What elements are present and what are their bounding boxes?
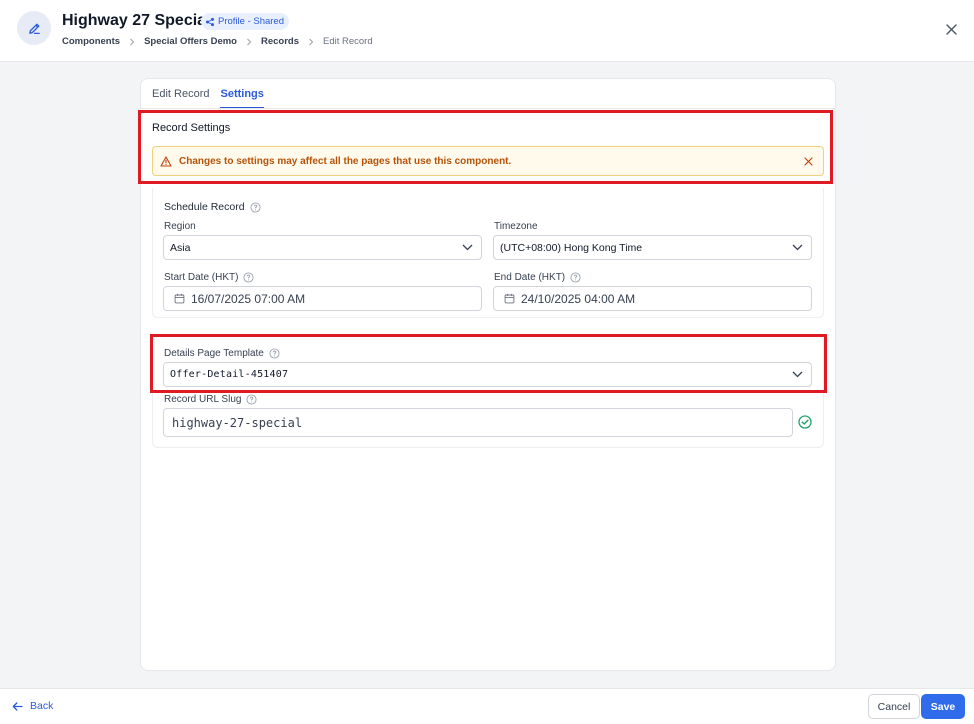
timezone-select[interactable]: (UTC+08:00) Hong Kong Time xyxy=(493,235,812,260)
page-header xyxy=(0,0,974,62)
back-button[interactable]: Back xyxy=(12,700,53,712)
slug-label: Record URL Slug xyxy=(164,394,257,405)
chevron-right-icon xyxy=(129,38,135,46)
region-select[interactable]: Asia xyxy=(163,235,482,260)
chevron-right-icon xyxy=(246,38,252,46)
tab-edit-record[interactable]: Edit Record xyxy=(152,88,209,109)
close-icon xyxy=(945,23,957,35)
slug-input[interactable]: highway-27-special xyxy=(163,408,793,437)
page-footer xyxy=(0,688,974,724)
settings-warning-alert: Changes to settings may affect all the p… xyxy=(152,146,824,176)
end-date-value: 24/10/2025 04:00 AM xyxy=(521,291,636,306)
page-title: Highway 27 Special xyxy=(62,12,211,29)
details-template-text: Details Page Template xyxy=(164,348,264,359)
cancel-button[interactable]: Cancel xyxy=(868,694,920,719)
start-date-value: 16/07/2025 07:00 AM xyxy=(191,291,306,306)
warning-icon xyxy=(160,155,172,167)
schedule-record-text: Schedule Record xyxy=(164,201,245,213)
help-circle-icon[interactable] xyxy=(570,272,581,283)
component-avatar xyxy=(17,11,51,45)
pencil-icon xyxy=(27,21,42,36)
arrow-left-icon xyxy=(12,701,23,711)
help-circle-icon[interactable] xyxy=(243,272,255,283)
breadcrumb: Components Special Offers Demo Records E… xyxy=(62,36,373,47)
timezone-value: (UTC+08:00) Hong Kong Time xyxy=(500,241,643,254)
tab-bar: Edit Record Settings xyxy=(152,88,264,109)
breadcrumb-item-special-offers-demo[interactable]: Special Offers Demo xyxy=(144,36,237,47)
chevron-down-icon xyxy=(792,371,803,378)
badge-label: Profile - Shared xyxy=(218,16,285,27)
slug-value: highway-27-special xyxy=(172,415,303,430)
warning-text: Changes to settings may affect all the p… xyxy=(179,155,512,167)
help-circle-icon[interactable] xyxy=(250,201,261,213)
region-label: Region xyxy=(164,221,196,232)
help-circle-icon[interactable] xyxy=(269,348,280,359)
calendar-icon xyxy=(504,293,515,304)
start-date-input[interactable]: 16/07/2025 07:00 AM xyxy=(163,286,482,311)
check-circle-icon xyxy=(798,415,812,429)
chevron-down-icon xyxy=(462,244,473,251)
profile-shared-badge: Profile - Shared xyxy=(201,13,290,30)
end-date-input[interactable]: 24/10/2025 04:00 AM xyxy=(493,286,812,311)
share-icon xyxy=(205,17,215,27)
help-circle-icon[interactable] xyxy=(246,394,257,405)
save-button[interactable]: Save xyxy=(921,694,965,719)
start-date-label: Start Date (HKT) xyxy=(164,272,255,283)
start-date-text: Start Date (HKT) xyxy=(164,272,239,283)
record-settings-title: Record Settings xyxy=(152,122,231,134)
slug-label-text: Record URL Slug xyxy=(164,394,242,405)
close-icon xyxy=(804,157,813,166)
breadcrumb-item-records[interactable]: Records xyxy=(261,36,299,47)
details-template-value: Offer-Detail-451407 xyxy=(170,369,289,380)
timezone-label: Timezone xyxy=(494,221,538,232)
end-date-label: End Date (HKT) xyxy=(494,272,581,283)
details-template-select[interactable]: Offer-Detail-451407 xyxy=(163,362,812,387)
back-label: Back xyxy=(30,700,54,712)
tab-settings[interactable]: Settings xyxy=(220,88,264,109)
calendar-icon xyxy=(174,293,185,304)
chevron-right-icon xyxy=(308,38,314,46)
schedule-record-label: Schedule Record xyxy=(164,201,261,213)
end-date-text: End Date (HKT) xyxy=(494,272,566,283)
region-value: Asia xyxy=(170,241,191,254)
details-template-label: Details Page Template xyxy=(164,348,280,359)
chevron-down-icon xyxy=(792,244,803,251)
close-button[interactable] xyxy=(944,22,958,36)
breadcrumb-item-edit-record: Edit Record xyxy=(323,36,373,47)
breadcrumb-item-components[interactable]: Components xyxy=(62,36,120,47)
dismiss-alert-button[interactable] xyxy=(803,156,814,167)
tab-divider xyxy=(141,108,835,109)
